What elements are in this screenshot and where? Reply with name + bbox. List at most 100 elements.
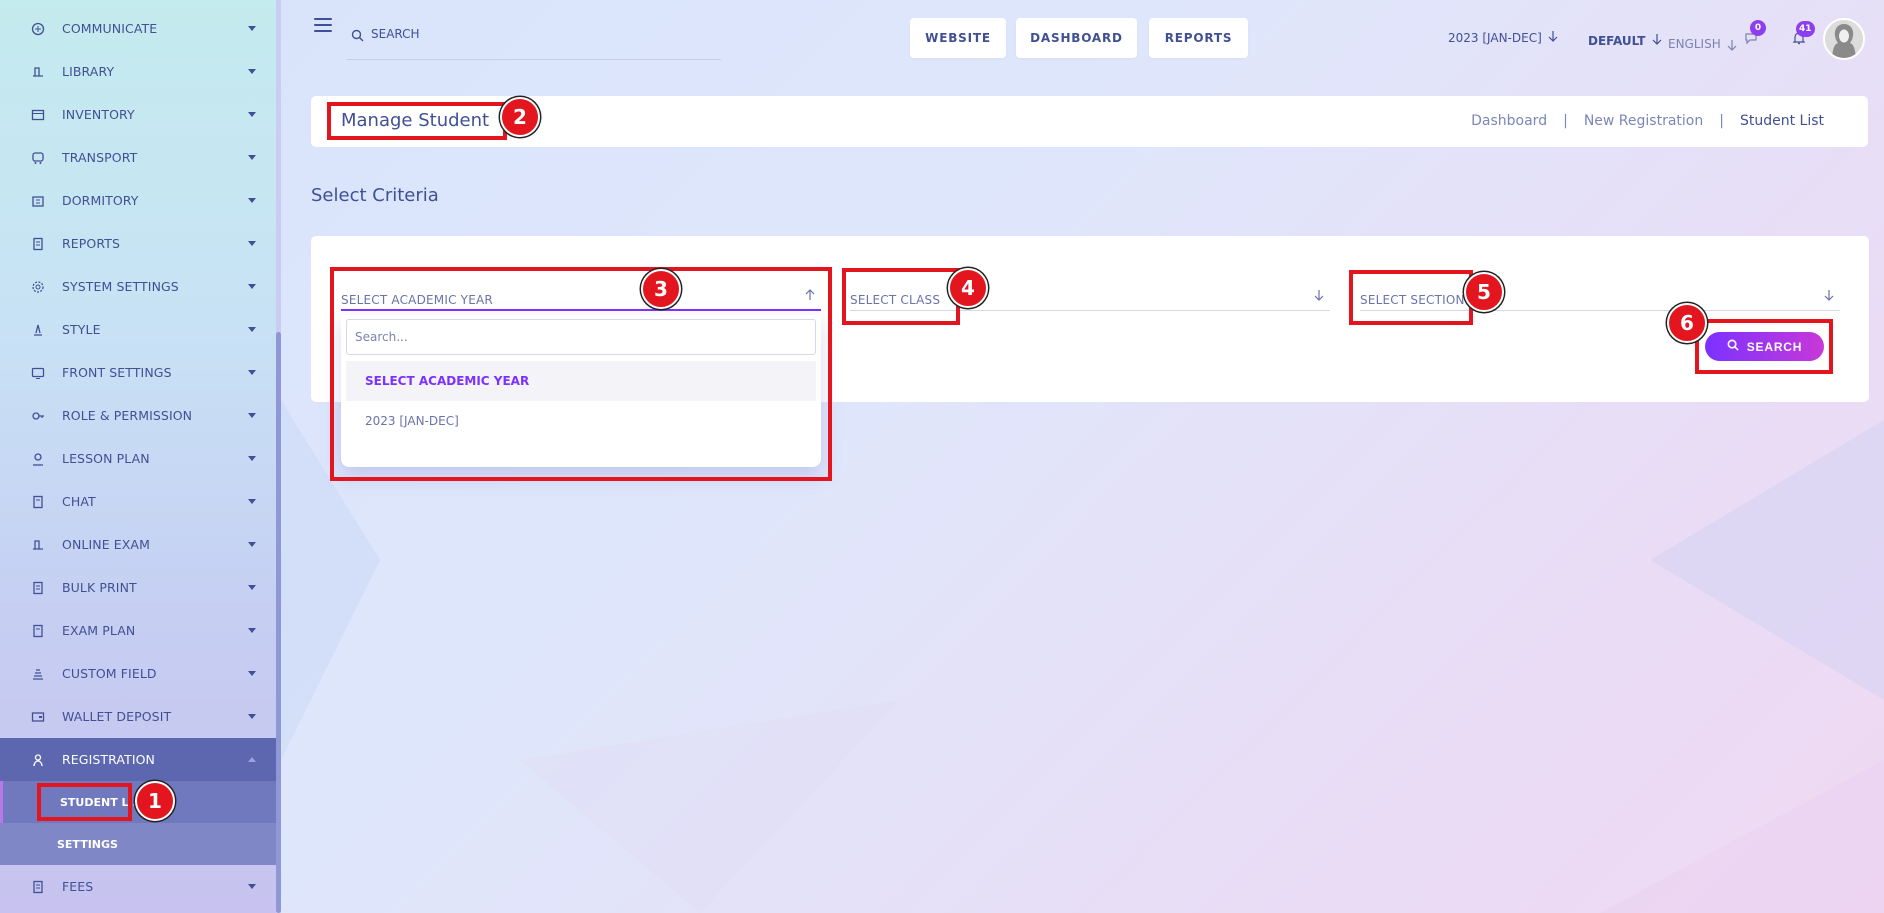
search-input[interactable]	[371, 24, 701, 44]
annotation-box	[330, 267, 832, 481]
chevron-down-icon	[248, 413, 256, 418]
sidebar-item-label: REPORTS	[62, 236, 121, 251]
annotation-box	[842, 268, 960, 325]
annotation-box	[1349, 270, 1473, 325]
chevron-down-icon	[248, 112, 256, 117]
sidebar-item-front-settings[interactable]: FRONT SETTINGS	[0, 351, 276, 394]
book-icon	[29, 63, 46, 80]
chat-icon	[29, 493, 46, 510]
annotation-number: 5	[1464, 272, 1504, 312]
global-search	[347, 16, 721, 60]
megaphone-icon	[29, 20, 46, 37]
breadcrumb-separator: |	[1719, 113, 1724, 129]
sidebar-item-communicate[interactable]: COMMUNICATE	[0, 7, 276, 50]
sidebar-item-chat[interactable]: CHAT	[0, 480, 276, 523]
sidebar: COMMUNICATE LIBRARY INVENTORY TRANSPORT …	[0, 0, 276, 913]
theme-value: DEFAULT	[1588, 33, 1646, 48]
sidebar-item-label: STYLE	[62, 322, 101, 337]
gear-icon	[29, 278, 46, 295]
sidebar-item-transport[interactable]: TRANSPORT	[0, 136, 276, 179]
sidebar-item-reports[interactable]: REPORTS	[0, 222, 276, 265]
sidebar-item-system-settings[interactable]: SYSTEM SETTINGS	[0, 265, 276, 308]
annotation-number: 2	[500, 97, 540, 137]
style-icon	[29, 321, 46, 338]
annotation-number: 1	[135, 781, 175, 821]
sidebar-item-label: REGISTRATION	[62, 752, 155, 767]
sidebar-item-exam-plan[interactable]: EXAM PLAN	[0, 609, 276, 652]
arrow-down-icon	[1548, 30, 1558, 45]
sidebar-item-dormitory[interactable]: DORMITORY	[0, 179, 276, 222]
sidebar-item-label: CHAT	[62, 494, 96, 509]
front-icon	[29, 364, 46, 381]
sidebar-item-wallet-deposit[interactable]: WALLET DEPOSIT	[0, 695, 276, 738]
chevron-down-icon	[248, 370, 256, 375]
sidebar-item-label: INVENTORY	[62, 107, 135, 122]
academic-year-value: 2023 [JAN-DEC]	[1448, 30, 1542, 45]
sidebar-item-style[interactable]: STYLE	[0, 308, 276, 351]
chevron-down-icon	[248, 327, 256, 332]
breadcrumb-separator: |	[1563, 113, 1568, 129]
sidebar-item-fees[interactable]: FEES	[0, 865, 276, 908]
arrow-down-icon	[1652, 33, 1662, 48]
breadcrumb-new-registration[interactable]: New Registration	[1584, 113, 1703, 129]
breadcrumb-student-list[interactable]: Student List	[1740, 113, 1824, 129]
avatar[interactable]	[1823, 18, 1865, 60]
sidebar-item-role-permission[interactable]: ROLE & PERMISSION	[0, 394, 276, 437]
sidebar-item-label: ONLINE EXAM	[62, 537, 150, 552]
arrow-down-icon	[1727, 39, 1737, 54]
sidebar-item-custom-field[interactable]: CUSTOM FIELD	[0, 652, 276, 695]
sidebar-item-lesson-plan[interactable]: LESSON PLAN	[0, 437, 276, 480]
chevron-down-icon	[248, 155, 256, 160]
print-icon	[29, 579, 46, 596]
sidebar-item-label: EXAM PLAN	[62, 623, 136, 638]
sidebar-item-label: CUSTOM FIELD	[62, 666, 157, 681]
sidebar-item-label: LESSON PLAN	[62, 451, 150, 466]
arrow-down-icon	[1314, 289, 1324, 304]
dashboard-button[interactable]: DASHBOARD	[1016, 18, 1137, 58]
report-icon	[29, 235, 46, 252]
sidebar-item-label: FEES	[62, 879, 94, 894]
key-icon	[29, 407, 46, 424]
sidebar-subitem-settings[interactable]: SETTINGS	[0, 823, 276, 865]
annotation-box	[37, 783, 132, 821]
annotation-number: 4	[948, 268, 988, 308]
sidebar-item-inventory[interactable]: INVENTORY	[0, 93, 276, 136]
wallet-icon	[29, 708, 46, 725]
chevron-up-icon	[248, 757, 256, 762]
section-title: Select Criteria	[311, 185, 439, 206]
chevron-down-icon	[248, 26, 256, 31]
breadcrumb-dashboard[interactable]: Dashboard	[1471, 113, 1547, 129]
annotation-number: 3	[641, 269, 681, 309]
chevron-down-icon	[248, 542, 256, 547]
sidebar-item-online-exam[interactable]: ONLINE EXAM	[0, 523, 276, 566]
menu-toggle-icon[interactable]	[314, 18, 332, 32]
sidebar-subitem-label: SETTINGS	[57, 837, 118, 851]
breadcrumb: Dashboard | New Registration | Student L…	[1471, 113, 1824, 129]
sidebar-scrollbar-thumb[interactable]	[276, 332, 281, 913]
language-select[interactable]: ENGLISH	[1668, 33, 1737, 54]
sidebar-item-label: LIBRARY	[62, 64, 115, 79]
annotation-number: 6	[1667, 303, 1707, 343]
notification-badge: 41	[1796, 21, 1815, 37]
chevron-down-icon	[248, 628, 256, 633]
chevron-down-icon	[248, 456, 256, 461]
sidebar-item-bulk-print[interactable]: BULK PRINT	[0, 566, 276, 609]
plan-icon	[29, 622, 46, 639]
annotation-box	[1695, 319, 1833, 374]
box-icon	[29, 106, 46, 123]
search-icon	[351, 27, 364, 46]
chevron-down-icon	[248, 284, 256, 289]
chevron-down-icon	[248, 585, 256, 590]
sidebar-item-registration[interactable]: REGISTRATION	[0, 738, 276, 781]
academic-year-select[interactable]: 2023 [JAN-DEC]	[1448, 30, 1558, 45]
sidebar-item-label: TRANSPORT	[62, 150, 138, 165]
sidebar-item-label: COMMUNICATE	[62, 21, 158, 36]
theme-select[interactable]: DEFAULT	[1588, 33, 1662, 48]
annotation-box	[327, 102, 507, 140]
reports-button[interactable]: REPORTS	[1149, 18, 1248, 58]
exam-icon	[29, 536, 46, 553]
sidebar-item-label: ROLE & PERMISSION	[62, 408, 193, 423]
website-button[interactable]: WEBSITE	[910, 18, 1006, 58]
sidebar-item-library[interactable]: LIBRARY	[0, 50, 276, 93]
chevron-down-icon	[248, 884, 256, 889]
